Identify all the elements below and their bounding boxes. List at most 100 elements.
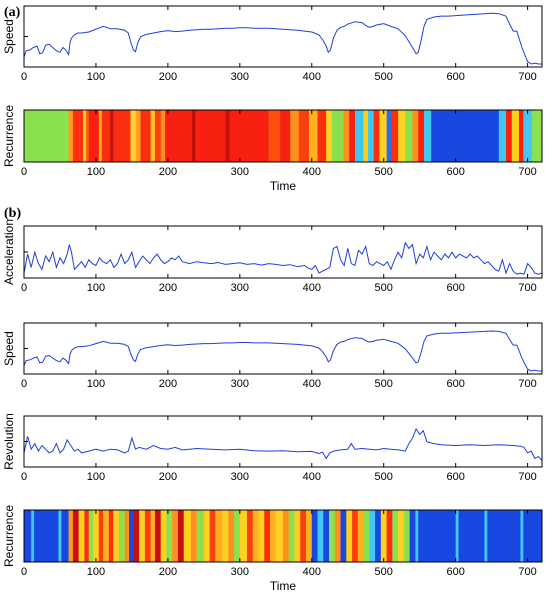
x-tick-label: 500 <box>375 282 393 294</box>
heatmap-cell <box>412 110 419 162</box>
heatmap-cell <box>329 510 336 562</box>
heatmap-cell <box>93 510 100 562</box>
heatmap-cell <box>72 110 84 162</box>
x-tick-label: 600 <box>446 166 464 178</box>
x-tick-label: 400 <box>303 566 321 578</box>
heatmap-cell <box>118 510 126 562</box>
heatmap-cell <box>103 510 110 562</box>
x-tick-label: 100 <box>87 282 105 294</box>
heatmap-cell <box>88 510 94 562</box>
heatmap-cell <box>154 510 161 562</box>
heatmap-cell <box>363 510 370 562</box>
x-tick-label: 0 <box>21 71 27 83</box>
heatmap-cell <box>398 510 405 562</box>
heatmap-cell <box>373 110 380 162</box>
heatmap-cell <box>209 510 216 562</box>
heatmap-cell <box>340 510 347 562</box>
heatmap-cell <box>258 510 265 562</box>
heatmap-cell <box>88 110 100 162</box>
x-tick-label: 100 <box>87 71 105 83</box>
y-axis-label: Recurrence <box>2 105 16 167</box>
heatmap-cell <box>130 110 137 162</box>
heatmap-cell <box>300 510 307 562</box>
heatmap-cell <box>294 510 301 562</box>
x-tick-label: 600 <box>446 471 464 483</box>
heatmap-cell <box>154 110 161 162</box>
heatmap-cell <box>160 510 167 562</box>
heatmap-cell <box>405 110 413 162</box>
axes-frame <box>23 415 543 468</box>
heatmap-cell <box>222 510 229 562</box>
x-tick-label: 600 <box>446 71 464 83</box>
heatmap-cell <box>61 510 69 562</box>
heatmap-cell <box>203 510 210 562</box>
heatmap-cell <box>78 510 85 562</box>
x-tick-label: 200 <box>159 166 177 178</box>
x-tick-label: 600 <box>446 378 464 390</box>
x-tick-label: 0 <box>21 378 27 390</box>
heatmap-cell <box>264 510 271 562</box>
x-tick-label: 500 <box>375 566 393 578</box>
heatmap-cell <box>424 110 432 162</box>
heatmap-cell <box>166 510 173 562</box>
axes-frame <box>23 225 543 279</box>
x-tick-label: 0 <box>21 471 27 483</box>
x-axis-label: Time <box>270 179 297 193</box>
heatmap-cell <box>298 110 310 162</box>
heatmap-cell <box>386 110 392 162</box>
x-tick-label: 500 <box>375 71 393 83</box>
heatmap-cell <box>308 110 318 162</box>
heatmap-cell <box>379 110 387 162</box>
heatmap-cell <box>317 110 327 162</box>
heatmap-cell <box>183 510 192 562</box>
series-line <box>23 330 542 372</box>
figure-canvas: (a) (b) 0 100 200 300 400 500 600 700 Speed 0 100 2… <box>2 5 543 593</box>
heatmap-cell <box>144 510 151 562</box>
heatmap-cell <box>139 510 146 562</box>
heatmap-cell <box>124 510 130 562</box>
heatmap-cell <box>317 510 324 562</box>
heatmap-cell <box>403 510 410 562</box>
x-tick-label: 700 <box>518 378 536 390</box>
heatmap-cell <box>326 110 333 162</box>
heatmap-cell <box>190 510 197 562</box>
x-tick-label: 300 <box>231 166 249 178</box>
heatmap-cell <box>252 510 259 562</box>
heatmap-cell <box>306 510 313 562</box>
series-line <box>23 427 543 461</box>
x-tick-label: 300 <box>231 378 249 390</box>
x-tick-label: 600 <box>446 282 464 294</box>
heatmap-cell <box>487 510 521 562</box>
heatmap-cell <box>518 110 524 162</box>
heatmap-cell <box>172 510 179 562</box>
heatmap-cell <box>140 110 151 162</box>
heatmap-cell <box>192 110 196 162</box>
heatmap-cell <box>247 510 254 562</box>
heatmap-cell <box>110 110 114 162</box>
heatmap-cell <box>523 510 543 562</box>
heatmap-cell <box>270 510 277 562</box>
heatmap-cell <box>484 510 488 562</box>
y-axis-label: Speed <box>2 19 16 54</box>
series-line <box>23 12 542 65</box>
heatmap-cell <box>349 110 356 162</box>
x-tick-label: 100 <box>87 566 105 578</box>
heatmap-cell <box>415 510 419 562</box>
heatmap-cell <box>84 510 90 562</box>
heatmap-cell <box>98 110 102 162</box>
heatmap-cell <box>346 510 353 562</box>
x-tick-label: 700 <box>518 166 536 178</box>
heatmap-cell <box>215 510 223 562</box>
heatmap-cell <box>531 110 543 162</box>
heatmap-cell <box>129 510 134 562</box>
x-tick-label: 200 <box>159 378 177 390</box>
heatmap-cell <box>268 110 281 162</box>
heatmap-cell <box>363 110 369 162</box>
heatmap-cell <box>367 110 374 162</box>
heatmap-cell <box>288 510 295 562</box>
x-tick-label: 100 <box>87 166 105 178</box>
heatmap-cell <box>511 110 520 162</box>
x-tick-label: 300 <box>231 566 249 578</box>
x-tick-label: 700 <box>518 71 536 83</box>
x-tick-label: 0 <box>21 566 27 578</box>
